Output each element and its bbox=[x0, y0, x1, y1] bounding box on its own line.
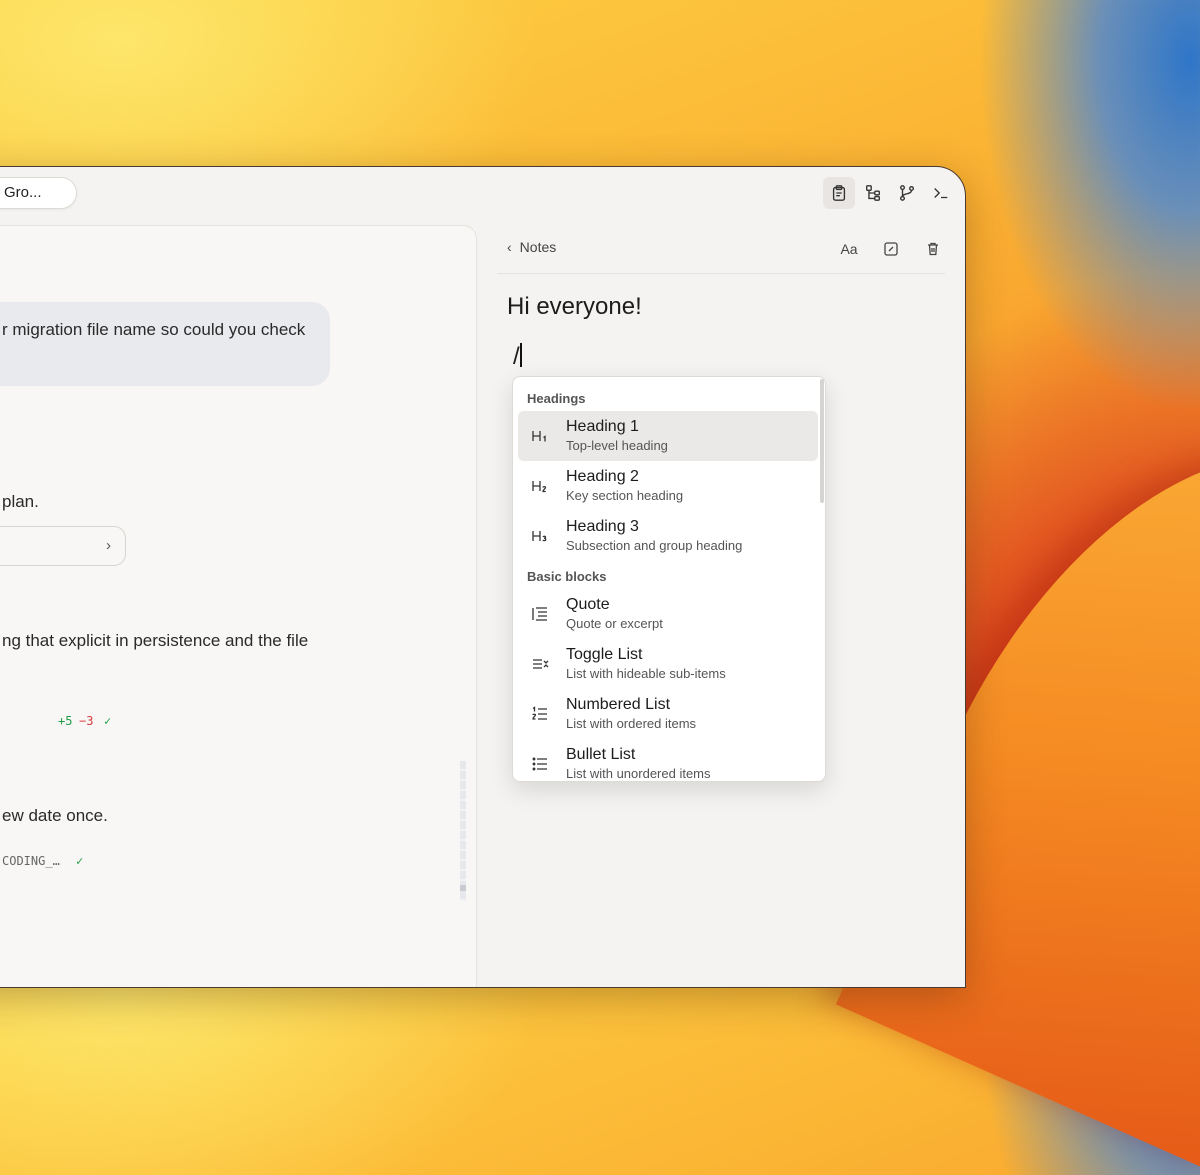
menu-item-title: Heading 2 bbox=[566, 468, 639, 485]
quote-icon bbox=[528, 603, 552, 625]
menu-item-bullet-list[interactable]: Bullet List List with unordered items bbox=[518, 739, 818, 781]
check-icon: ✓ bbox=[104, 714, 112, 728]
branch-icon[interactable] bbox=[891, 177, 923, 209]
tree-icon[interactable] bbox=[857, 177, 889, 209]
menu-item-title: Quote bbox=[566, 596, 610, 613]
menu-item-desc: List with unordered items bbox=[566, 766, 711, 781]
plan-card-button[interactable]: › bbox=[0, 526, 126, 566]
menu-item-heading-1[interactable]: Heading 1 Top-level heading bbox=[518, 411, 818, 461]
diff-removed-count: −3 bbox=[79, 714, 94, 728]
menu-item-desc: Key section heading bbox=[566, 488, 684, 503]
menu-item-heading-2[interactable]: Heading 2 Key section heading bbox=[518, 461, 818, 511]
menu-item-title: Numbered List bbox=[566, 696, 671, 713]
heading2-icon bbox=[528, 475, 552, 497]
heading1-icon bbox=[528, 425, 552, 447]
chat-panel: r migration file name so could you check… bbox=[0, 225, 477, 987]
menu-item-toggle-list[interactable]: Toggle List List with hideable sub-items bbox=[518, 639, 818, 689]
terminal-icon[interactable] bbox=[925, 177, 957, 209]
edit-icon[interactable] bbox=[879, 237, 903, 261]
assistant-text-plan: plan. bbox=[2, 492, 39, 511]
back-to-notes-button[interactable]: ‹ Notes bbox=[507, 239, 556, 255]
assistant-text-explicit: ng that explicit in persistence and the … bbox=[2, 631, 309, 650]
chat-scrollbar[interactable] bbox=[460, 761, 466, 901]
menu-scrollbar[interactable] bbox=[820, 379, 824, 503]
menu-item-desc: List with hideable sub-items bbox=[566, 666, 726, 681]
clipboard-icon[interactable] bbox=[823, 177, 855, 209]
slash-command-menu: Headings Heading 1 Top-level heading Hea… bbox=[512, 376, 826, 782]
toolbar-icons bbox=[823, 177, 957, 209]
scroll-thumb[interactable] bbox=[460, 885, 466, 891]
menu-item-desc: Subsection and group heading bbox=[566, 538, 743, 553]
bullet-list-icon bbox=[528, 753, 552, 775]
text-caret bbox=[520, 343, 522, 367]
notes-header: ‹ Notes Aa bbox=[497, 225, 945, 274]
assistant-text-review: ew date once. bbox=[2, 806, 108, 825]
note-title[interactable]: Hi everyone! bbox=[507, 293, 642, 321]
menu-item-title: Heading 1 bbox=[566, 418, 639, 435]
menu-item-desc: Top-level heading bbox=[566, 438, 668, 453]
diff-added-count: +5 bbox=[58, 714, 73, 728]
heading3-icon bbox=[528, 525, 552, 547]
chevron-left-icon: ‹ bbox=[507, 239, 512, 255]
menu-item-quote[interactable]: Quote Quote or excerpt bbox=[518, 589, 818, 639]
menu-item-title: Bullet List bbox=[566, 746, 636, 763]
numbered-list-icon bbox=[528, 703, 552, 725]
menu-item-title: Heading 3 bbox=[566, 518, 639, 535]
notes-back-label: Notes bbox=[519, 239, 557, 255]
check-icon: ✓ bbox=[76, 854, 84, 868]
user-message-text: r migration file name so could you check bbox=[2, 320, 306, 339]
text-format-icon[interactable]: Aa bbox=[837, 237, 861, 261]
note-input[interactable]: / bbox=[513, 343, 520, 371]
file-reference[interactable]: CODING_… bbox=[2, 854, 60, 868]
titlebar: Gro... bbox=[0, 167, 965, 223]
menu-item-desc: List with ordered items bbox=[566, 716, 697, 731]
chevron-right-icon: › bbox=[106, 537, 111, 554]
menu-item-numbered-list[interactable]: Numbered List List with ordered items bbox=[518, 689, 818, 739]
menu-item-desc: Quote or excerpt bbox=[566, 616, 663, 631]
menu-item-title: Toggle List bbox=[566, 646, 643, 663]
user-message-bubble bbox=[0, 302, 330, 386]
menu-item-heading-3[interactable]: Heading 3 Subsection and group heading bbox=[518, 511, 818, 561]
toggle-list-icon bbox=[528, 653, 552, 675]
trash-icon[interactable] bbox=[921, 237, 945, 261]
section-label-basic-blocks: Basic blocks bbox=[527, 569, 607, 584]
section-label-headings: Headings bbox=[527, 391, 586, 406]
branch-pill[interactable]: Gro... bbox=[0, 177, 77, 209]
notes-actions: Aa bbox=[837, 237, 945, 261]
